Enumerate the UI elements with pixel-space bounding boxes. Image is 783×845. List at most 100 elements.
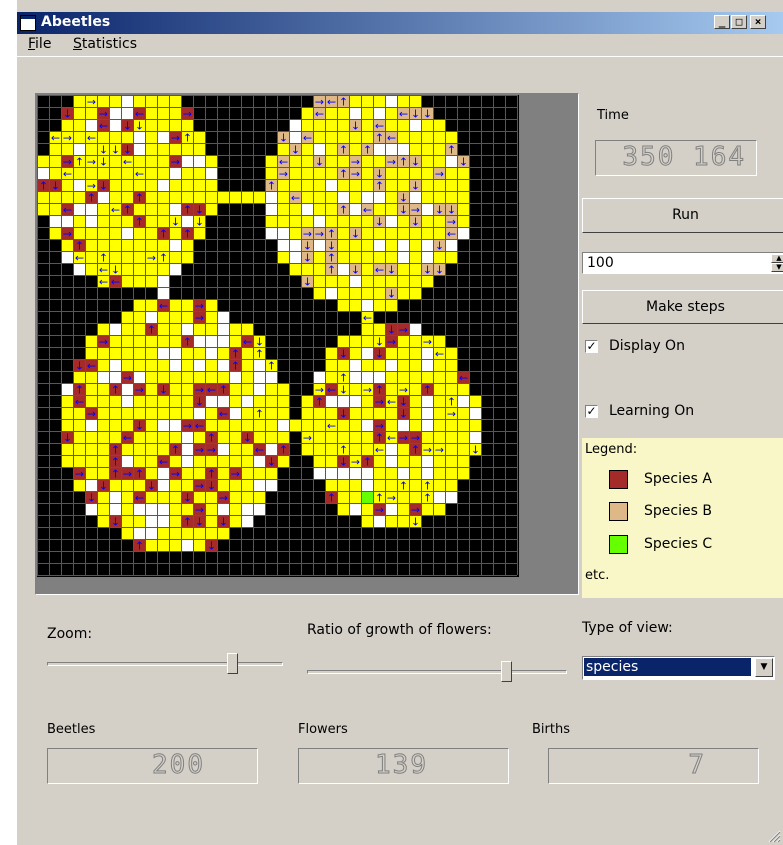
grid-cell <box>98 228 109 239</box>
close-button[interactable]: × <box>750 15 766 29</box>
grid-cell <box>158 288 169 299</box>
grid-cell <box>278 396 289 407</box>
beetle-arrow: ← <box>315 108 324 121</box>
menu-statistics[interactable]: Statistics <box>73 36 137 52</box>
flowers-display: 139 <box>298 748 509 784</box>
grid-cell <box>146 528 157 539</box>
grid-cell <box>338 492 349 503</box>
beetle-arrow: ↓ <box>411 156 420 169</box>
grid-cell <box>182 120 193 131</box>
simulation-view[interactable]: → → ← ↑ ↓ → ← → ← ← ↓ ↓ ← ↓ ↓ ↓ ← ← → ← → ↑ ↓ ← ↑ ← ↓ ↓ ↓ ↓ ↑ ↑ ↑ → ↑ → ↓ ← → ←… <box>35 93 579 595</box>
beetle-arrow: ↓ <box>375 216 384 229</box>
grid-cell <box>170 348 181 359</box>
beetle-arrow: ← <box>243 336 252 349</box>
dropdown-arrow-icon[interactable]: ▼ <box>755 658 773 677</box>
grid-cell <box>230 456 241 467</box>
beetle-arrow: ↓ <box>435 264 444 277</box>
beetle-arrow: ↓ <box>351 228 360 241</box>
grid-cell <box>182 396 193 407</box>
grid-cell <box>134 144 145 155</box>
growth-slider-track[interactable] <box>307 670 567 674</box>
grid-cell <box>278 204 289 215</box>
title-bar[interactable]: Abeetles _ □ × <box>17 12 783 34</box>
spin-up-icon[interactable]: ▲ <box>771 254 783 263</box>
view-type-select[interactable]: species ▼ <box>582 656 775 680</box>
grid-cell <box>374 480 385 491</box>
steps-input[interactable]: 100 <box>587 255 614 271</box>
grid-cell <box>230 396 241 407</box>
grid-cell <box>314 216 325 227</box>
grid-cell <box>194 372 205 383</box>
growth-label: Ratio of growth of flowers: <box>307 622 492 638</box>
display-on-checkbox[interactable]: ✓ <box>585 340 598 353</box>
grid-cell <box>254 396 265 407</box>
grid-cell <box>182 348 193 359</box>
grid-cell <box>242 468 253 479</box>
grid-cell <box>362 468 373 479</box>
grid-cell <box>278 216 289 227</box>
grid-cell <box>278 432 289 443</box>
grid-cell <box>386 180 397 191</box>
grid-cell <box>446 156 457 167</box>
grid-cell <box>86 420 97 431</box>
maximize-button[interactable]: □ <box>731 15 747 29</box>
grid-cell <box>362 396 373 407</box>
grid-cell <box>62 456 73 467</box>
grid-cell <box>182 312 193 323</box>
grid-cell <box>74 96 85 107</box>
grid-cell <box>446 444 457 455</box>
grid-cell <box>266 432 277 443</box>
zoom-slider-track[interactable] <box>47 662 283 666</box>
beetle-arrow: ← <box>75 396 84 409</box>
grid-cell <box>134 372 145 383</box>
grid-cell <box>422 360 433 371</box>
grid-cell <box>74 264 85 275</box>
grid-cell <box>158 444 169 455</box>
grid-cell <box>314 240 325 251</box>
beetle-arrow: ↑ <box>399 480 408 493</box>
grid-cell <box>110 396 121 407</box>
beetle-arrow: ← <box>219 408 228 421</box>
grid-cell <box>338 252 349 263</box>
grid-cell <box>62 144 73 155</box>
grid-cell <box>62 444 73 455</box>
beetle-arrow: ← <box>207 384 216 397</box>
learning-on-checkbox[interactable]: ✓ <box>585 405 598 418</box>
grid-cell <box>410 420 421 431</box>
zoom-slider-thumb[interactable] <box>227 653 238 674</box>
steps-spinbox[interactable]: 100 ▲ ▼ <box>582 252 783 274</box>
grid-cell <box>74 444 85 455</box>
beetle-arrow: ← <box>363 204 372 217</box>
grid-cell <box>158 204 169 215</box>
grid-cell <box>446 180 457 191</box>
beetle-arrow: → <box>147 252 156 265</box>
beetle-arrow: ← <box>327 96 336 109</box>
main-window: Abeetles _ □ × File Statistics → → ← ↑ ↓ → ← → ←… <box>16 0 783 845</box>
grid-cell <box>170 144 181 155</box>
grid-cell <box>458 420 469 431</box>
grid-cell <box>278 420 289 431</box>
beetle-arrow: ← <box>291 192 300 205</box>
make-steps-button[interactable]: Make steps <box>582 290 783 324</box>
species-a-label: Species A <box>644 471 712 487</box>
grid-cell <box>422 468 433 479</box>
grid-cell <box>74 408 85 419</box>
grid-cell <box>50 156 61 167</box>
beetle-arrow: ← <box>387 432 396 445</box>
beetle-arrow: ← <box>99 120 108 133</box>
beetle-grid[interactable]: → → ← ↑↓ → ← → ← ← ↓ ↓← ↓ ↓ ↓ ←← → ← → ↑ ↓ ← ↑ ←↓ ↓ ↓ ↓ ↑ ↑ ↑→ ↑ → ↓ ← → ←… <box>37 95 519 577</box>
grid-cell <box>434 132 445 143</box>
minimize-button[interactable]: _ <box>714 15 730 29</box>
grid-cell <box>290 180 301 191</box>
run-button[interactable]: Run <box>582 198 783 233</box>
grid-cell <box>434 468 445 479</box>
resize-grip-icon[interactable] <box>767 829 781 843</box>
grid-cell <box>446 420 457 431</box>
beetle-arrow: ↓ <box>399 204 408 217</box>
grid-cell <box>326 192 337 203</box>
menu-file[interactable]: File <box>28 36 51 52</box>
grid-cell <box>326 180 337 191</box>
grid-cell <box>134 348 145 359</box>
growth-slider-thumb[interactable] <box>501 661 513 682</box>
spin-down-icon[interactable]: ▼ <box>771 263 783 272</box>
